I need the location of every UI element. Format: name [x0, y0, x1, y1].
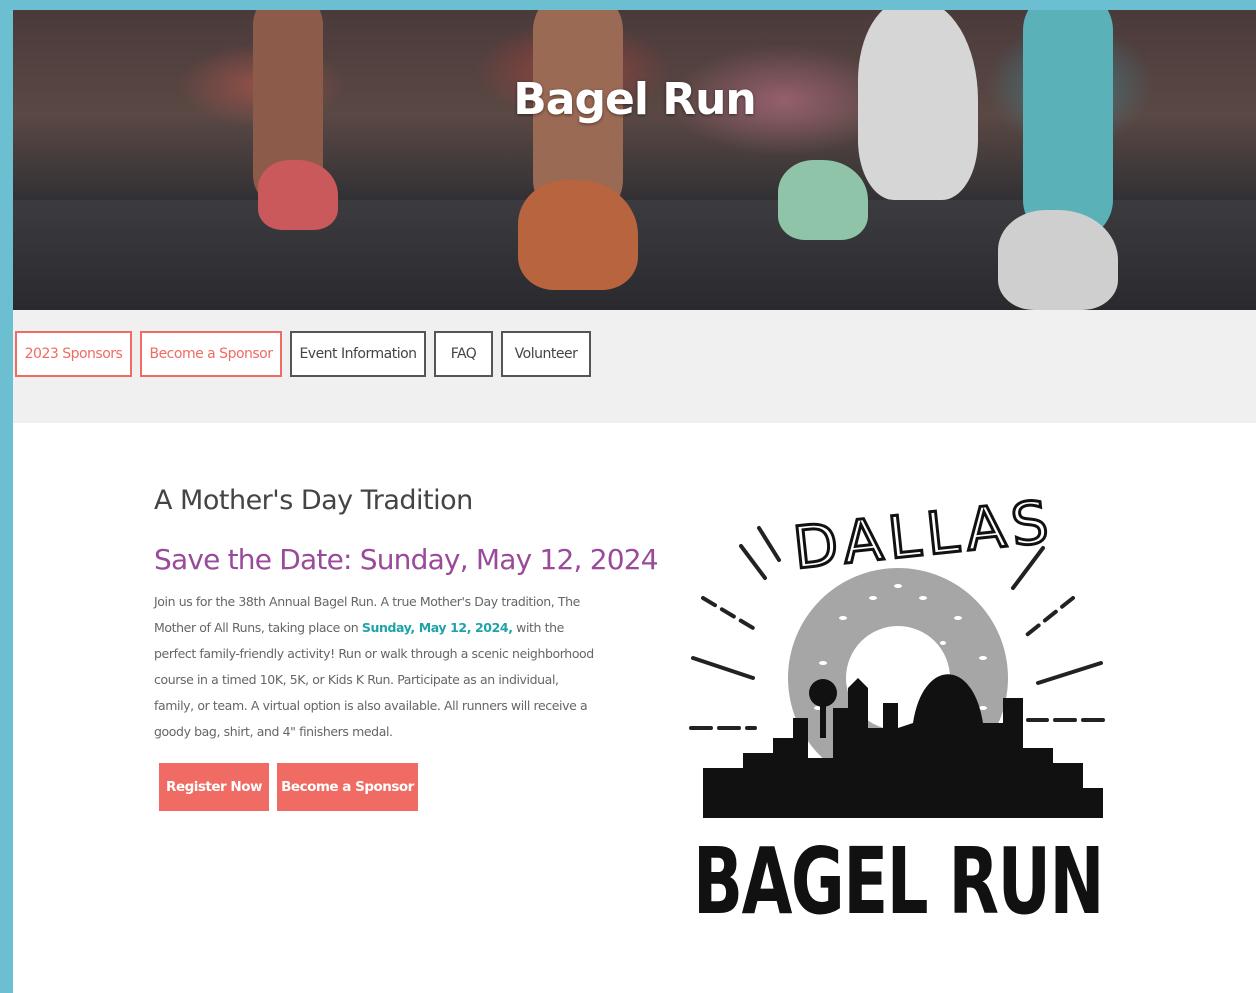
section-heading: A Mother's Day Tradition [154, 485, 473, 516]
logo-top-text: DALLAS [790, 487, 1057, 582]
section-nav: 2023 Sponsors Become a Sponsor Event Inf… [13, 310, 1256, 423]
hero-title: Bagel Run [513, 74, 757, 125]
save-the-date-heading: Save the Date: Sunday, May 12, 2024 [154, 543, 659, 576]
register-now-button[interactable]: Register Now [159, 763, 269, 811]
runner-leg [1023, 10, 1113, 240]
dallas-bagel-run-logo: DALLAS BAGEL RUN [689, 486, 1105, 928]
event-date-highlight: Sunday, May 12, 2024, [361, 620, 513, 635]
logo-bottom-text: BAGEL RUN [693, 828, 1103, 928]
runner-shoe [518, 180, 638, 290]
runner-shoe [778, 160, 868, 240]
tab-event-information[interactable]: Event Information [290, 331, 426, 377]
tab-volunteer[interactable]: Volunteer [501, 331, 591, 377]
tab-2023-sponsors[interactable]: 2023 Sponsors [15, 331, 132, 377]
become-a-sponsor-button[interactable]: Become a Sponsor [277, 763, 418, 811]
runner-shoe [258, 160, 338, 230]
main-content: A Mother's Day Tradition Save the Date: … [13, 423, 1256, 993]
description-text: with the perfect family-friendly activit… [154, 620, 594, 739]
event-description: Join us for the 38th Annual Bagel Run. A… [154, 589, 594, 745]
runner-shoe [998, 210, 1118, 310]
tab-faq[interactable]: FAQ [434, 331, 493, 377]
tab-become-a-sponsor[interactable]: Become a Sponsor [140, 331, 282, 377]
hero-banner: Bagel Run [13, 10, 1256, 310]
